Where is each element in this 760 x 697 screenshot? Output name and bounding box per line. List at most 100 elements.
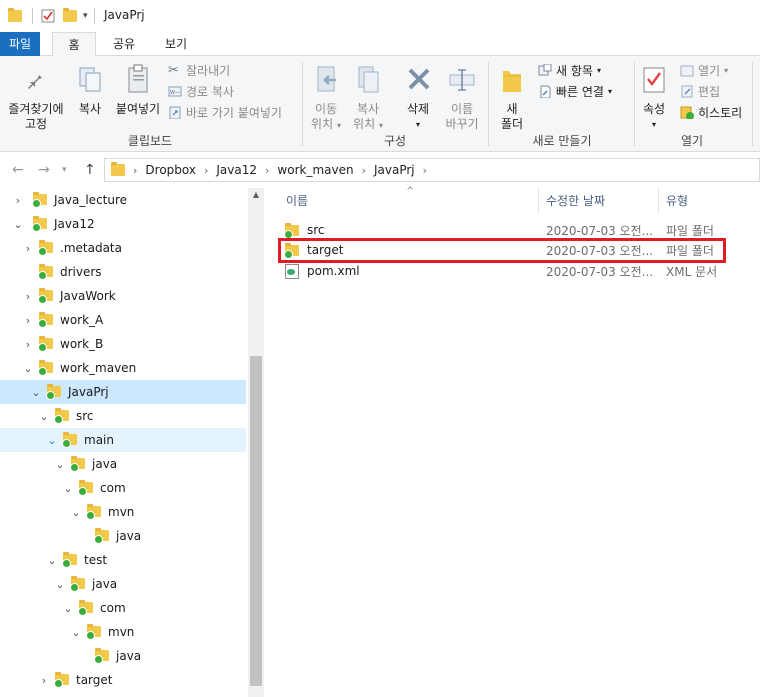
file-row-pom-xml[interactable]: pom.xml 2020-07-03 오전... XML 문서 [280,261,726,281]
tree-item[interactable]: drivers [0,260,246,284]
customize-dropdown-icon[interactable]: ▾ [83,11,88,21]
breadcrumb-work-maven[interactable]: work_maven [277,163,353,177]
tree-item[interactable]: › JavaWork [0,284,246,308]
chevron-right-icon[interactable]: › [12,194,24,207]
tree-item-label: java [116,649,142,663]
synced-folder-icon [86,623,102,640]
breadcrumb-javaprj[interactable]: JavaPrj [374,163,415,177]
column-header-name[interactable]: 이름 [286,188,308,214]
open-group-label: 열기 [680,134,704,148]
delete-button[interactable]: 삭제 ▾ [396,62,440,132]
open-button[interactable]: 열기 ▾ [680,62,728,79]
tree-item[interactable]: › Java_lecture [0,188,246,212]
cut-button[interactable]: ✂ 잘라내기 [168,62,230,79]
move-to-label-1: 이동 [314,102,338,116]
column-header-date[interactable]: 수정한 날짜 [546,188,605,214]
open-dropdown-icon: ▾ [724,66,729,75]
synced-folder-icon [62,431,78,448]
chevron-down-icon[interactable]: ⌄ [46,434,58,447]
chevron-down-icon[interactable]: ⌄ [30,386,42,399]
tree-item[interactable]: ⌄ JavaPrj [0,380,246,404]
up-arrow-icon[interactable]: ↑ [84,162,96,178]
paste-shortcut-button[interactable]: 바로 가기 붙여넣기 [168,104,282,121]
tree-item[interactable]: java [0,524,246,548]
chevron-down-icon[interactable]: ⌄ [62,482,74,495]
tree-item[interactable]: ⌄ src [0,404,246,428]
file-row-src[interactable]: src 2020-07-03 오전... 파일 폴더 [280,220,726,240]
recent-locations-dropdown-icon[interactable]: ▾ [62,165,67,175]
breadcrumb-chevron-icon[interactable]: › [423,164,427,177]
new-item-button[interactable]: 새 항목 ▾ [538,62,601,79]
delete-x-icon [408,68,430,90]
back-arrow-icon[interactable]: ← [12,162,24,178]
chevron-right-icon[interactable]: › [22,242,34,255]
new-folder-icon[interactable] [63,8,77,22]
tree-item[interactable]: › .metadata [0,236,246,260]
scroll-up-arrow-icon[interactable]: ▲ [248,190,264,199]
tree-item[interactable]: ⌄ java [0,452,246,476]
address-folder-icon [111,162,125,176]
properties-check-icon[interactable] [41,9,55,23]
navigation-tree: › Java_lecture ⌄ Java12 › .metadata drivers › Ja… [0,188,248,697]
address-bar[interactable]: › Dropbox › Java12 › work_maven › JavaPr… [104,158,760,182]
move-to-button[interactable]: 이동 위치 ▾ [306,62,346,132]
chevron-down-icon[interactable]: ⌄ [22,362,34,375]
chevron-down-icon[interactable]: ⌄ [62,602,74,615]
breadcrumb-chevron-icon[interactable]: › [204,164,208,177]
tree-item[interactable]: ⌄ com [0,476,246,500]
breadcrumb-chevron-icon[interactable]: › [133,164,137,177]
chevron-down-icon[interactable]: ⌄ [54,458,66,471]
column-header-type[interactable]: 유형 [666,188,688,214]
chevron-right-icon[interactable]: › [38,674,50,687]
easy-access-button[interactable]: 빠른 연결 ▾ [538,83,612,100]
chevron-right-icon[interactable]: › [22,290,34,303]
tree-item[interactable]: ⌄ Java12 [0,212,246,236]
breadcrumb-chevron-icon[interactable]: › [362,164,366,177]
copy-button[interactable]: 복사 [72,62,108,132]
tree-item[interactable]: › target [0,668,246,692]
breadcrumb-chevron-icon[interactable]: › [265,164,269,177]
chevron-right-icon[interactable]: › [22,338,34,351]
forward-arrow-icon[interactable]: → [38,162,50,178]
tree-item[interactable]: ⌄ mvn [0,620,246,644]
chevron-down-icon[interactable]: ⌄ [54,578,66,591]
synced-folder-icon [38,239,54,256]
tree-item[interactable]: ⌄ java [0,572,246,596]
tab-view[interactable]: 보기 [156,32,196,56]
copy-to-button[interactable]: 복사 위치 ▾ [348,62,388,132]
tree-item[interactable]: ⌄ test [0,548,246,572]
tree-item[interactable]: › work_B [0,332,246,356]
tree-item-label: drivers [60,265,102,279]
tree-item[interactable]: ⌄ work_maven [0,356,246,380]
tree-item[interactable]: › work_A [0,308,246,332]
scrollbar-thumb[interactable] [250,356,262,686]
new-folder-button[interactable]: 새 폴더 [492,62,532,132]
breadcrumb-java12[interactable]: Java12 [216,163,257,177]
tree-item[interactable]: java [0,644,246,668]
new-folder-icon [503,71,521,92]
chevron-down-icon[interactable]: ⌄ [12,218,24,231]
breadcrumb-dropbox[interactable]: Dropbox [145,163,196,177]
edit-button[interactable]: 편집 [680,83,720,100]
tree-item[interactable]: ⌄ mvn [0,500,246,524]
chevron-down-icon[interactable]: ⌄ [46,554,58,567]
chevron-down-icon[interactable]: ⌄ [70,626,82,639]
tab-home[interactable]: 홈 [52,32,96,57]
copy-path-button[interactable]: W— 경로 복사 [168,83,234,100]
chevron-down-icon[interactable]: ⌄ [38,410,50,423]
paste-button[interactable]: 붙여넣기 [112,62,164,132]
move-to-icon [317,66,336,92]
pin-quick-access-button[interactable]: 즐겨찾기에 고정 [4,62,68,132]
tab-file[interactable]: 파일 [0,32,40,56]
tree-item[interactable]: ⌄ com [0,596,246,620]
tab-share[interactable]: 공유 [104,32,144,56]
chevron-down-icon[interactable]: ⌄ [70,506,82,519]
synced-folder-icon [284,222,300,239]
history-button[interactable]: 히스토리 [680,104,742,121]
synced-folder-icon [78,479,94,496]
tree-item[interactable]: ⌄ main [0,428,246,452]
chevron-right-icon[interactable]: › [22,314,34,327]
rename-button[interactable]: 이름 바꾸기 [440,62,484,132]
tree-scrollbar[interactable]: ▲ [248,188,264,697]
properties-button[interactable]: 속성 ▾ [636,62,672,132]
